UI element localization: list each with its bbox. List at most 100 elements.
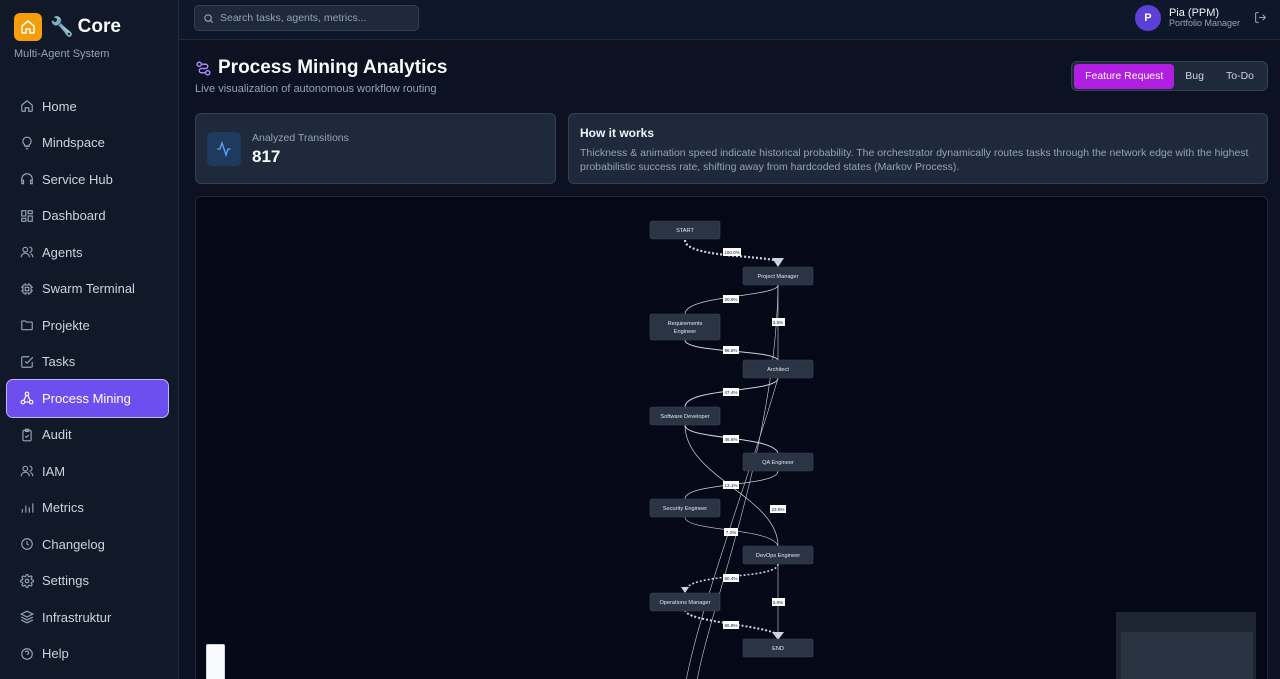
node-security-engineer[interactable]: Security Engineer [649, 498, 721, 518]
sidebar-item-label: Changelog [42, 536, 105, 552]
logout-icon[interactable] [1254, 11, 1268, 25]
search-input[interactable] [220, 12, 410, 24]
sidebar-item-metrics[interactable]: Metrics [7, 490, 168, 527]
process-icon [195, 60, 212, 77]
sidebar-item-changelog[interactable]: Changelog [7, 526, 168, 563]
edge-label: 60.4% [724, 576, 737, 581]
brand[interactable]: 🔧 Core [14, 13, 121, 41]
sidebar-item-label: IAM [42, 463, 66, 479]
graph-minimap[interactable] [1116, 612, 1256, 679]
edge-label: 86.8% [724, 623, 737, 628]
tab-feature-request[interactable]: Feature Request [1074, 63, 1175, 89]
page-title-text: Process Mining Analytics [218, 57, 448, 78]
node-software-developer[interactable]: Software Developer [649, 406, 721, 426]
node-label: Architect [767, 367, 789, 373]
edge-arrow [772, 258, 784, 267]
page-title: Process Mining Analytics [195, 57, 447, 79]
sidebar-item-home[interactable]: Home [7, 88, 168, 125]
edge-label: 3.0% [773, 600, 783, 605]
sidebar-item-mindspace[interactable]: Mindspace [7, 125, 168, 162]
brand-subtitle: Multi-Agent System [14, 48, 110, 60]
node-qa-engineer[interactable]: QA Engineer [742, 452, 814, 472]
page-subtitle: Live visualization of autonomous workflo… [195, 83, 437, 95]
sidebar-item-audit[interactable]: Audit [7, 417, 168, 454]
node-label: QA Engineer [762, 460, 794, 466]
sidebar-item-label: Audit [42, 427, 72, 443]
sidebar-item-service-hub[interactable]: Service Hub [7, 161, 168, 198]
sidebar-item-infrastruktur[interactable]: Infrastruktur [7, 599, 168, 636]
user-role: Portfolio Manager [1168, 18, 1240, 29]
node-label: START [676, 228, 694, 234]
node-operations-manager[interactable]: Operations Manager [649, 592, 721, 612]
node-label: Operations Manager [660, 600, 711, 606]
node-label-line1: Requirements [668, 321, 703, 327]
app-root: 🔧 Core Multi-Agent System Home Mindspace… [0, 0, 1280, 679]
folder-icon [20, 318, 34, 332]
home-icon [20, 99, 34, 113]
minimap-viewport[interactable] [1121, 632, 1253, 679]
edge-label: 20.6% [724, 297, 737, 302]
network-icon [20, 391, 34, 405]
edge-label: 47.4% [724, 390, 737, 395]
sidebar-item-label: Home [42, 98, 77, 114]
sidebar-item-agents[interactable]: Agents [7, 234, 168, 271]
search-icon [203, 13, 214, 24]
node-requirements-engineer[interactable]: Requirements Engineer [649, 313, 721, 341]
graph-edge-labels: 100.0% 20.6% 3.5% 96.5% 47.4% 46.6% 13.1… [723, 248, 786, 629]
sidebar-item-help[interactable]: Help [7, 636, 168, 673]
process-graph[interactable]: 100.0% 20.6% 3.5% 96.5% 47.4% 46.6% 13.1… [195, 196, 1268, 679]
sidebar-item-projekte[interactable]: Projekte [7, 307, 168, 344]
process-graph-svg[interactable]: 100.0% 20.6% 3.5% 96.5% 47.4% 46.6% 13.1… [196, 197, 1268, 679]
page-header: Process Mining Analytics Live visualizat… [195, 57, 447, 95]
sidebar-item-label: Projekte [42, 317, 90, 333]
how-it-works-card: How it works Thickness & animation speed… [568, 113, 1268, 184]
wrench-icon: 🔧 [50, 17, 74, 38]
transitions-card: Analyzed Transitions 817 [195, 113, 556, 184]
users-icon [20, 245, 34, 259]
tab-to-do[interactable]: To-Do [1215, 64, 1265, 89]
topbar: P Pia (PPM) Portfolio Manager [179, 0, 1280, 40]
node-start[interactable]: START [649, 220, 721, 240]
node-devops-engineer[interactable]: DevOps Engineer [742, 545, 814, 565]
sidebar-item-swarm-terminal[interactable]: Swarm Terminal [7, 271, 168, 308]
edge-label: 23.5% [771, 507, 784, 512]
grid-icon [20, 209, 34, 223]
sidebar-item-iam[interactable]: IAM [7, 453, 168, 490]
edge-label: 46.6% [724, 437, 737, 442]
edge-arrow [681, 587, 689, 593]
node-label-line2: Engineer [674, 329, 697, 335]
sidebar-item-dashboard[interactable]: Dashboard [7, 198, 168, 235]
sidebar-item-process-mining[interactable]: Process Mining [6, 379, 169, 418]
search-box[interactable] [194, 5, 419, 31]
node-architect[interactable]: Architect [742, 359, 814, 379]
cpu-icon [20, 282, 34, 296]
stat-label: Analyzed Transitions [252, 132, 349, 144]
sidebar: 🔧 Core Multi-Agent System Home Mindspace… [0, 0, 179, 679]
avatar[interactable]: P [1134, 5, 1161, 31]
users-icon [20, 464, 34, 478]
user-menu[interactable]: P Pia (PPM) Portfolio Manager [1134, 5, 1268, 31]
sidebar-nav: Home Mindspace Service Hub Dashboard Age… [6, 88, 169, 673]
how-title: How it works [580, 126, 655, 140]
help-icon [20, 647, 34, 661]
node-project-manager[interactable]: Project Manager [742, 266, 814, 286]
sidebar-item-label: Service Hub [42, 171, 113, 187]
sidebar-item-settings[interactable]: Settings [7, 563, 168, 600]
brand-title-text: Core [77, 16, 121, 37]
sidebar-item-label: Process Mining [42, 390, 131, 406]
sidebar-item-tasks[interactable]: Tasks [7, 344, 168, 381]
layers-icon [20, 610, 34, 624]
edge-label: 3.5% [773, 320, 783, 325]
sidebar-item-label: Mindspace [42, 135, 105, 151]
sidebar-item-label: Agents [42, 244, 83, 260]
node-end[interactable]: END [742, 638, 814, 658]
clipboard-icon [20, 428, 34, 442]
edge-label: 13.1% [724, 483, 737, 488]
edge-label: 100.0% [724, 250, 740, 255]
sidebar-item-label: Swarm Terminal [42, 281, 135, 297]
tab-bug[interactable]: Bug [1174, 64, 1215, 89]
edge-label: 96.5% [724, 348, 737, 353]
graph-zoom-controls[interactable] [206, 644, 225, 679]
node-label: Software Developer [660, 414, 709, 420]
node-label: Security Engineer [663, 506, 707, 512]
